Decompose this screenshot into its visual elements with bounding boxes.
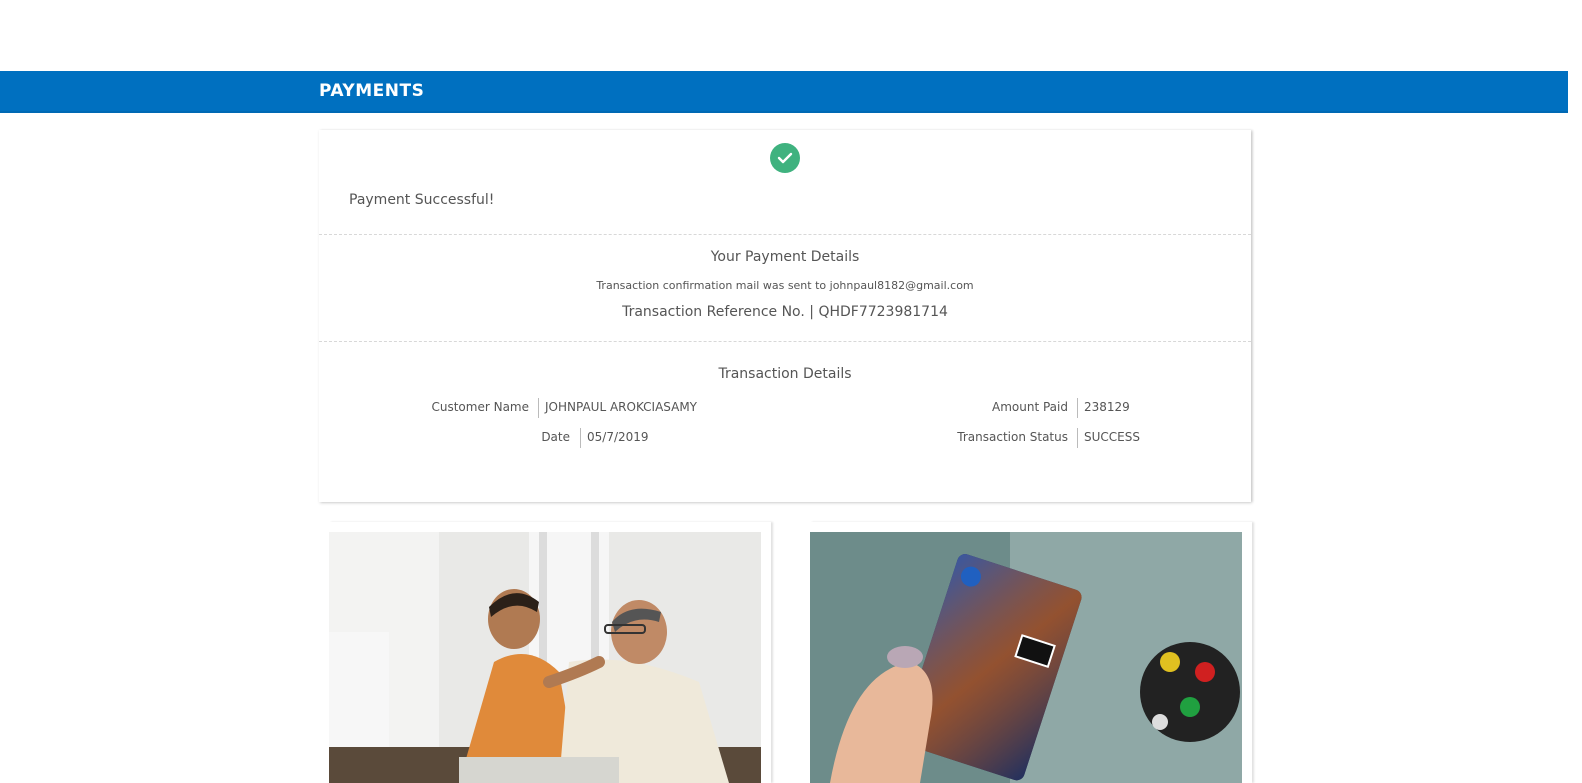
page-title: PAYMENTS: [319, 81, 425, 101]
two-men-laughing-photo: [329, 532, 761, 783]
transaction-details-heading: Transaction Details: [718, 366, 852, 382]
reference-label: Transaction Reference No.: [622, 304, 805, 320]
separator: [1077, 428, 1078, 448]
transaction-status-value: SUCCESS: [1084, 430, 1140, 444]
divider: [319, 341, 1251, 342]
confirmation-mail-text: Transaction confirmation mail was sent t…: [596, 279, 974, 292]
separator: [1077, 398, 1078, 418]
divider: [319, 234, 1251, 235]
transaction-reference: Transaction Reference No. | QHDF77239817…: [319, 304, 1251, 320]
reference-value: QHDF7723981714: [818, 304, 948, 320]
amount-paid-label: Amount Paid: [992, 400, 1068, 414]
payment-details-heading: Your Payment Details: [710, 249, 860, 265]
payments-header-bar: PAYMENTS: [0, 71, 1568, 113]
reference-separator: |: [809, 304, 814, 320]
promo-card-family[interactable]: [329, 522, 771, 783]
promo-card-emi[interactable]: [810, 522, 1252, 783]
emi-card-payment-photo: [810, 532, 1242, 783]
amount-paid-value: 238129: [1084, 400, 1130, 414]
payment-result-card: Payment Successful! Your Payment Details…: [319, 130, 1251, 502]
amount-paid-row: Amount Paid 238129: [319, 398, 1251, 418]
transaction-status-label: Transaction Status: [957, 430, 1068, 444]
check-circle-icon: [770, 143, 800, 173]
payment-success-message: Payment Successful!: [349, 192, 495, 208]
transaction-status-row: Transaction Status SUCCESS: [319, 428, 1251, 448]
